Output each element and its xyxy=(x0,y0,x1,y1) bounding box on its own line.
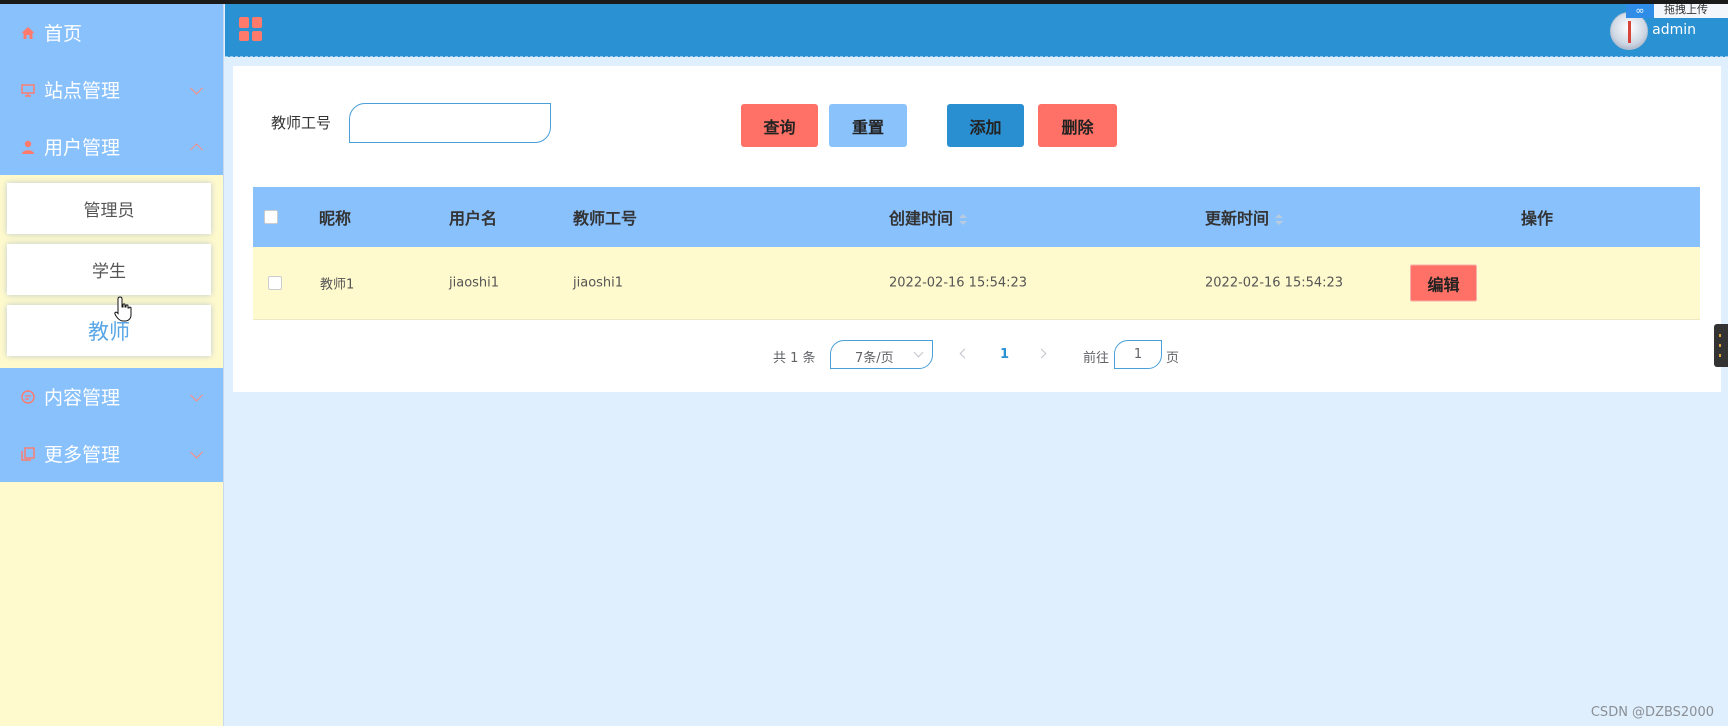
chevron-down-icon xyxy=(913,347,924,358)
query-button[interactable]: 查询 xyxy=(741,104,818,147)
column-header-nickname[interactable]: 昵称 xyxy=(319,205,351,229)
sidebar-item-content-management[interactable]: 内容管理 xyxy=(0,368,223,425)
cell-nickname: 教师1 xyxy=(320,277,355,293)
column-header-teacher-id[interactable]: 教师工号 xyxy=(573,205,637,229)
table-row: 教师1 jiaoshi1 jiaoshi1 2022-02-16 15:54:2… xyxy=(253,247,1700,320)
upload-icon: ∞ xyxy=(1626,4,1654,18)
page-size-select[interactable]: 7条/页 xyxy=(830,340,933,369)
column-header-created-label: 创建时间 xyxy=(889,209,954,228)
user-submenu: 管理员 学生 教师 xyxy=(0,175,223,368)
page-unit-label: 页 xyxy=(1166,351,1180,366)
sidebar-item-label: 首页 xyxy=(44,23,83,45)
sidebar-item-site-management[interactable]: 站点管理 xyxy=(0,61,223,118)
column-header-updated[interactable]: 更新时间 xyxy=(1205,205,1284,229)
copy-icon xyxy=(20,446,36,462)
submenu-item-student[interactable]: 学生 xyxy=(7,244,211,295)
main-card: 教师工号 查询 重置 添加 删除 昵称 用户名 教师工号 创建时间 更新时间 操… xyxy=(233,66,1721,392)
chevron-down-icon xyxy=(190,445,203,459)
chevron-up-icon xyxy=(190,142,203,156)
edit-button[interactable]: 编辑 xyxy=(1410,264,1477,302)
username[interactable]: admin xyxy=(1652,22,1696,38)
pagination-total: 共 1 条 xyxy=(773,351,816,366)
page-number-current[interactable]: 1 xyxy=(1000,347,1009,362)
table-header: 昵称 用户名 教师工号 创建时间 更新时间 操作 xyxy=(253,187,1700,247)
add-button[interactable]: 添加 xyxy=(947,104,1024,147)
submenu-item-admin[interactable]: 管理员 xyxy=(7,183,211,234)
home-icon xyxy=(20,25,36,41)
chevron-down-icon xyxy=(190,388,203,402)
upload-badge[interactable]: ∞ 拖拽上传 xyxy=(1626,4,1728,18)
sidebar-item-more-management[interactable]: 更多管理 xyxy=(0,425,223,482)
column-header-updated-label: 更新时间 xyxy=(1205,209,1270,228)
column-header-created[interactable]: 创建时间 xyxy=(889,205,968,229)
cell-created: 2022-02-16 15:54:23 xyxy=(889,275,1028,291)
teacher-table: 昵称 用户名 教师工号 创建时间 更新时间 操作 教师1 jiaoshi1 ji… xyxy=(253,187,1700,320)
column-header-username[interactable]: 用户名 xyxy=(449,205,497,229)
cell-updated: 2022-02-16 15:54:23 xyxy=(1205,275,1344,291)
sort-icon[interactable] xyxy=(959,213,968,226)
sort-icon[interactable] xyxy=(1275,213,1284,226)
row-checkbox[interactable] xyxy=(268,276,282,290)
upload-badge-label: 拖拽上传 xyxy=(1654,4,1728,18)
pagination: 共 1 条 7条/页 1 前往 页 xyxy=(233,340,1721,370)
grid-menu-icon[interactable] xyxy=(239,17,263,41)
page-jump-input[interactable] xyxy=(1114,340,1162,369)
chat-icon xyxy=(20,389,36,405)
sidebar-item-label: 更多管理 xyxy=(44,444,121,466)
side-toolbar-handle[interactable] xyxy=(1714,324,1728,367)
delete-button[interactable]: 删除 xyxy=(1038,104,1117,147)
cell-teacher-id: jiaoshi1 xyxy=(573,275,624,291)
user-icon xyxy=(20,139,36,155)
page-size-value: 7条/页 xyxy=(855,351,894,366)
sidebar-item-label: 站点管理 xyxy=(44,80,121,102)
top-header: admin ∞ 拖拽上传 xyxy=(225,4,1728,57)
prev-page-icon[interactable] xyxy=(959,348,970,359)
cell-username: jiaoshi1 xyxy=(449,275,500,291)
watermark: CSDN @DZBS2000 xyxy=(1590,705,1714,720)
sidebar-item-label: 用户管理 xyxy=(44,137,121,159)
teacher-id-search-input[interactable] xyxy=(349,103,551,143)
sidebar-item-home[interactable]: 首页 xyxy=(0,4,223,61)
select-all-checkbox[interactable] xyxy=(264,210,278,224)
goto-label: 前往 xyxy=(1083,351,1110,366)
sidebar-item-user-management[interactable]: 用户管理 xyxy=(0,118,223,175)
next-page-icon[interactable] xyxy=(1036,348,1047,359)
sidebar: 首页 站点管理 用户管理 管理员 学生 教师 内容管理 更多管理 xyxy=(0,4,224,726)
reset-button[interactable]: 重置 xyxy=(829,104,907,147)
hand-cursor-icon xyxy=(114,296,132,322)
submenu-item-teacher[interactable]: 教师 xyxy=(7,305,211,356)
column-header-actions: 操作 xyxy=(1521,209,1554,228)
search-label: 教师工号 xyxy=(271,114,332,132)
sidebar-item-label: 内容管理 xyxy=(44,387,121,409)
monitor-icon xyxy=(20,82,36,98)
chevron-down-icon xyxy=(190,81,203,95)
